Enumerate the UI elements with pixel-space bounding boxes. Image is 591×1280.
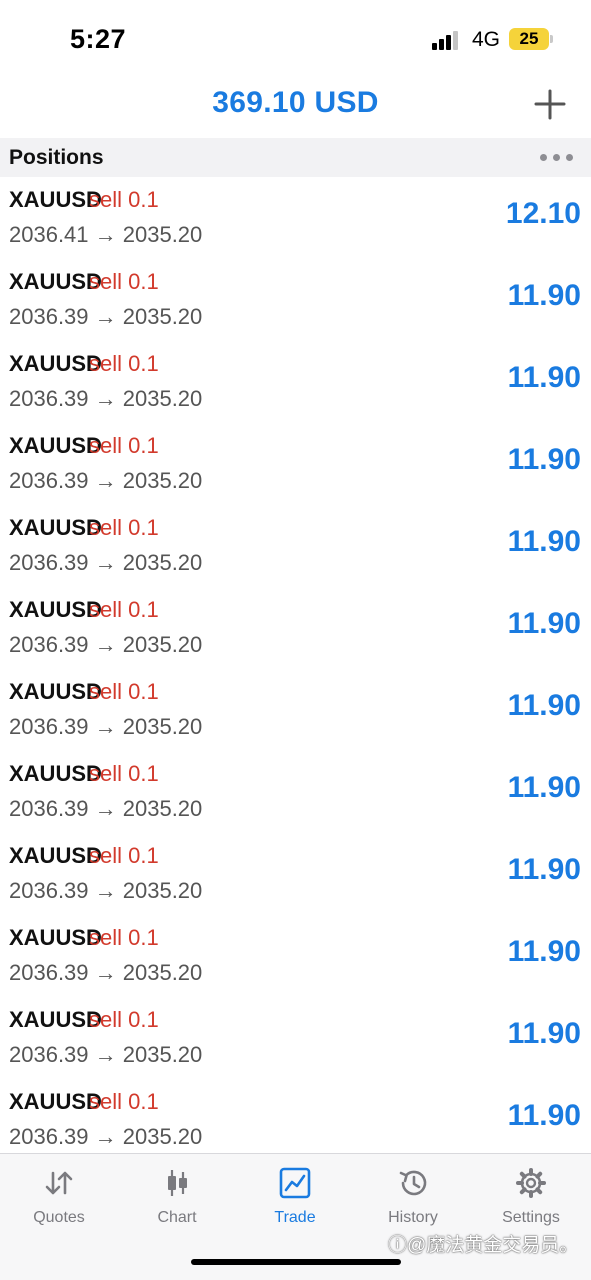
tab-label: Chart (157, 1209, 197, 1226)
plus-icon (534, 89, 566, 120)
position-profit: 11.90 (507, 607, 581, 640)
more-options-button[interactable] (536, 148, 576, 168)
position-profit: 11.90 (507, 525, 581, 558)
cellular-signal-icon (432, 30, 462, 50)
network-type: 4G (472, 28, 501, 51)
position-profit: 11.90 (507, 279, 581, 312)
position-symbol: XAUUSD (9, 1089, 102, 1114)
position-side: sell 0.1 (89, 351, 159, 376)
position-symbol: XAUUSD (9, 843, 102, 868)
quotes-arrows-icon (45, 1171, 73, 1195)
tab-label: Trade (274, 1209, 316, 1226)
position-profit: 11.90 (507, 1017, 581, 1050)
tab-quotes[interactable]: Quotes (0, 1154, 118, 1239)
position-side: sell 0.1 (89, 515, 159, 540)
position-symbol: XAUUSD (9, 433, 102, 458)
position-side: sell 0.1 (89, 925, 159, 950)
battery-icon: 25 (509, 28, 549, 50)
position-profit: 11.90 (507, 689, 581, 722)
position-row[interactable]: XAUUSD sell 0.1 2036.39 → 2035.20 11.90 (0, 997, 591, 1079)
section-title: Positions (9, 146, 104, 169)
position-symbol: XAUUSD (9, 1007, 102, 1032)
position-prices: 2036.39 → 2035.20 (9, 1042, 203, 1067)
positions-list: XAUUSD sell 0.1 2036.41 → 2035.20 12.10 XAUU… (0, 177, 591, 1161)
status-time: 5:27 (70, 24, 127, 54)
position-prices: 2036.39 → 2035.20 (9, 304, 203, 329)
candlestick-chart-icon (168, 1170, 187, 1196)
position-side: sell 0.1 (89, 1007, 159, 1032)
position-symbol: XAUUSD (9, 269, 102, 294)
gear-icon (516, 1168, 546, 1198)
position-symbol: XAUUSD (9, 351, 102, 376)
account-balance: 369.10 USD (212, 86, 379, 119)
position-prices: 2036.39 → 2035.20 (9, 878, 203, 903)
position-side: sell 0.1 (89, 679, 159, 704)
position-side: sell 0.1 (89, 187, 159, 212)
position-prices: 2036.39 → 2035.20 (9, 468, 203, 493)
trade-chart-icon (279, 1167, 311, 1199)
position-profit: 11.90 (507, 771, 581, 804)
position-profit: 11.90 (507, 443, 581, 476)
tab-label: Settings (502, 1209, 560, 1226)
battery-level: 25 (519, 29, 539, 48)
position-prices: 2036.39 → 2035.20 (9, 960, 203, 985)
position-row[interactable]: XAUUSD sell 0.1 2036.39 → 2035.20 11.90 (0, 833, 591, 915)
position-row[interactable]: XAUUSD sell 0.1 2036.39 → 2035.20 11.90 (0, 259, 591, 341)
tab-label: Quotes (33, 1209, 85, 1226)
positions-section-header: Positions (0, 138, 591, 177)
position-prices: 2036.39 → 2035.20 (9, 632, 203, 657)
position-side: sell 0.1 (89, 269, 159, 294)
position-prices: 2036.39 → 2035.20 (9, 796, 203, 821)
header: 369.10 USD (0, 78, 591, 136)
position-prices: 2036.39 → 2035.20 (9, 550, 203, 575)
position-symbol: XAUUSD (9, 679, 102, 704)
position-symbol: XAUUSD (9, 515, 102, 540)
position-symbol: XAUUSD (9, 761, 102, 786)
position-row[interactable]: XAUUSD sell 0.1 2036.39 → 2035.20 11.90 (0, 587, 591, 669)
position-side: sell 0.1 (89, 597, 159, 622)
position-side: sell 0.1 (89, 1089, 159, 1114)
position-prices: 2036.39 → 2035.20 (9, 1124, 203, 1149)
position-side: sell 0.1 (89, 433, 159, 458)
position-symbol: XAUUSD (9, 925, 102, 950)
battery-cap (550, 35, 553, 43)
position-side: sell 0.1 (89, 843, 159, 868)
watermark: ⓘ@魔法黄金交易员。 (388, 1235, 579, 1256)
position-profit: 11.90 (507, 853, 581, 886)
tab-chart[interactable]: Chart (118, 1154, 236, 1239)
status-bar: 5:27 4G 25 (0, 0, 591, 78)
position-prices: 2036.41 → 2035.20 (9, 222, 203, 247)
tab-label: History (388, 1209, 438, 1226)
position-row[interactable]: XAUUSD sell 0.1 2036.39 → 2035.20 11.90 (0, 423, 591, 505)
tab-trade[interactable]: Trade (236, 1154, 354, 1239)
position-row[interactable]: XAUUSD sell 0.1 2036.39 → 2035.20 11.90 (0, 751, 591, 833)
position-profit: 12.10 (505, 197, 581, 230)
position-row[interactable]: XAUUSD sell 0.1 2036.39 → 2035.20 11.90 (0, 505, 591, 587)
position-row[interactable]: XAUUSD sell 0.1 2036.41 → 2035.20 12.10 (0, 177, 591, 259)
position-profit: 11.90 (507, 935, 581, 968)
position-side: sell 0.1 (89, 761, 159, 786)
home-indicator[interactable] (191, 1259, 401, 1265)
position-row[interactable]: XAUUSD sell 0.1 2036.39 → 2035.20 11.90 (0, 669, 591, 751)
position-prices: 2036.39 → 2035.20 (9, 386, 203, 411)
tab-settings[interactable]: Settings (472, 1154, 590, 1239)
position-prices: 2036.39 → 2035.20 (9, 714, 203, 739)
position-row[interactable]: XAUUSD sell 0.1 2036.39 → 2035.20 11.90 (0, 341, 591, 423)
position-symbol: XAUUSD (9, 187, 102, 212)
add-order-button[interactable] (530, 84, 570, 124)
position-row[interactable]: XAUUSD sell 0.1 2036.39 → 2035.20 11.90 (0, 915, 591, 997)
position-symbol: XAUUSD (9, 597, 102, 622)
history-clock-icon (399, 1170, 427, 1196)
position-profit: 11.90 (507, 1099, 581, 1132)
position-profit: 11.90 (507, 361, 581, 394)
tab-history[interactable]: History (354, 1154, 472, 1239)
position-row[interactable]: XAUUSD sell 0.1 2036.39 → 2035.20 11.90 (0, 1079, 591, 1161)
